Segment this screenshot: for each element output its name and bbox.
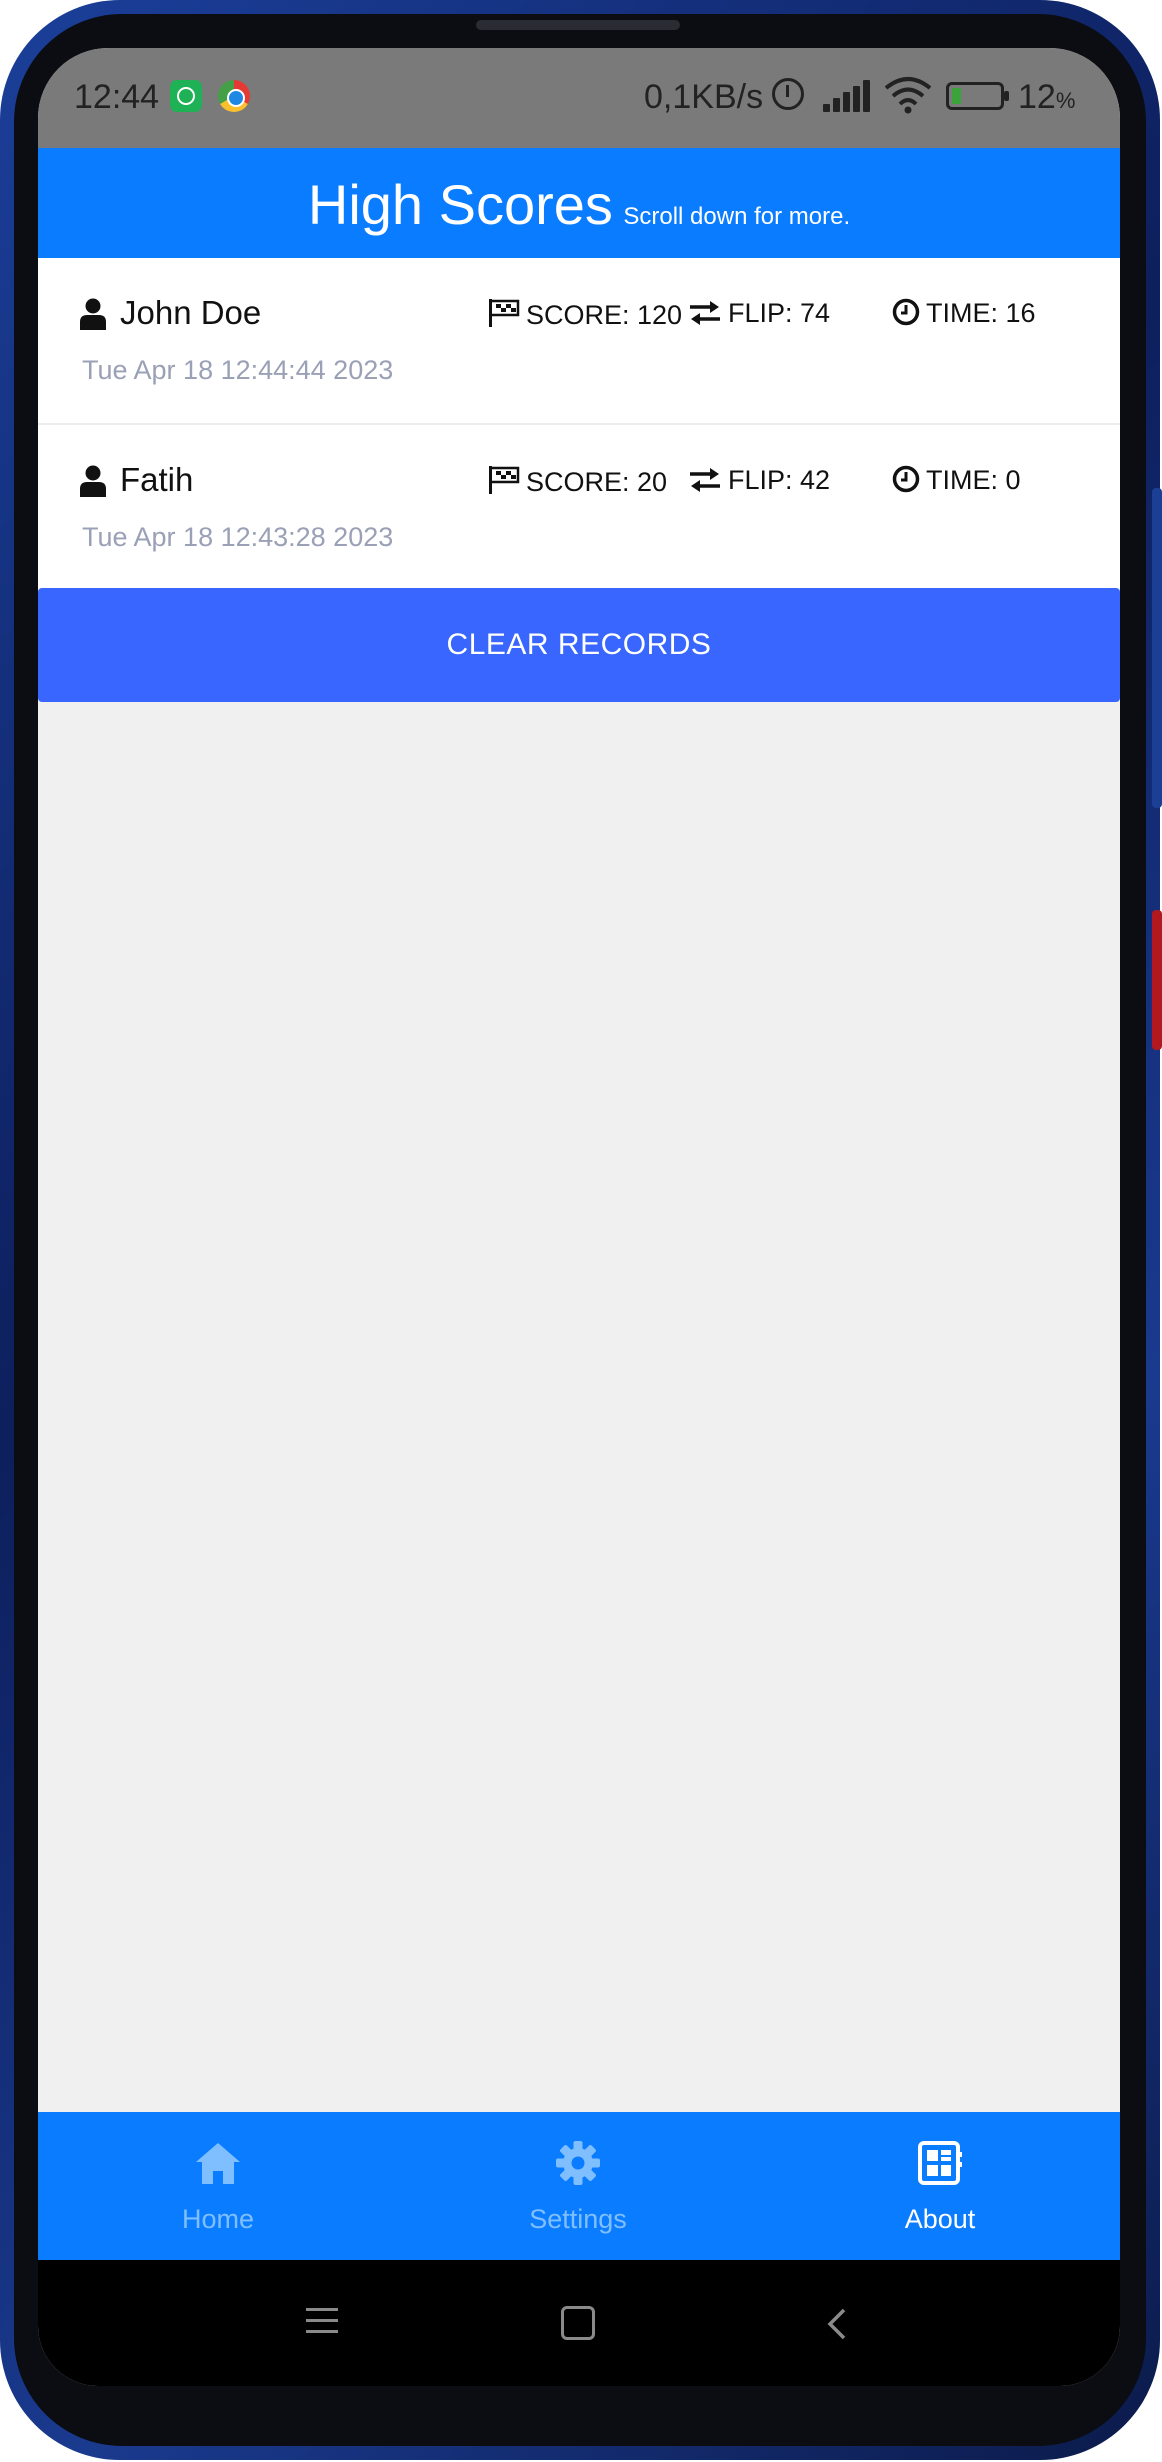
flag-icon: [489, 466, 520, 494]
home-icon: [196, 2143, 240, 2184]
chrome-icon: [218, 80, 250, 112]
wifi-icon: [884, 77, 932, 114]
time-stat: TIME: 0: [892, 465, 1021, 496]
clock-icon: [892, 465, 920, 493]
score-stat: SCORE: 20: [488, 465, 667, 498]
list-item: Fatih SCORE: 20 FLIP: 42 TIME: 0 Tue Apr…: [38, 425, 1120, 592]
user-icon: [80, 465, 106, 497]
battery-percent: 12%: [1018, 78, 1076, 116]
header: High Scores Scroll down for more.: [38, 148, 1120, 258]
user-icon: [80, 298, 106, 330]
player-name: John Doe: [120, 294, 262, 331]
network-speed: 0,1KB/s: [644, 78, 764, 116]
flip-stat: FLIP: 42: [688, 465, 830, 496]
tab-label: Settings: [529, 2204, 627, 2234]
page-subtitle: Scroll down for more.: [623, 203, 851, 230]
clock-icon: [892, 298, 920, 326]
swap-icon: [690, 468, 720, 492]
flag-icon: [489, 299, 520, 327]
about-icon: [918, 2141, 962, 2185]
speaker-grille: [476, 20, 680, 30]
signal-icon: [823, 78, 871, 112]
score-list[interactable]: John Doe SCORE: 120 FLIP: 74 TIME: 16 Tu…: [38, 258, 1120, 592]
tab-label: Home: [181, 2204, 255, 2234]
clear-records-button[interactable]: CLEAR RECORDS: [38, 588, 1120, 702]
tab-settings[interactable]: Settings: [398, 2112, 758, 2260]
system-nav-bar: [38, 2260, 1120, 2386]
alarm-icon: [772, 78, 804, 110]
page-title: High Scores: [307, 173, 613, 236]
score-stat: SCORE: 120: [488, 298, 682, 331]
tab-label: About: [904, 2204, 976, 2234]
status-time: 12:44: [74, 78, 160, 116]
volume-button: [1152, 488, 1162, 808]
gear-icon: [556, 2141, 600, 2185]
power-button: [1152, 910, 1162, 1050]
flip-stat: FLIP: 74: [688, 298, 830, 329]
swap-icon: [690, 301, 720, 325]
record-date: Tue Apr 18 12:43:28 2023: [82, 522, 394, 552]
bottom-tab-bar: Home Settings About: [38, 2112, 1120, 2260]
battery-charging-icon: [946, 82, 1009, 110]
whatsapp-icon: [170, 80, 202, 112]
home-nav-button[interactable]: [561, 2306, 595, 2340]
tab-home[interactable]: Home: [38, 2112, 398, 2260]
status-bar: 12:44 0,1KB/s 12%: [38, 48, 1120, 148]
recents-button[interactable]: [306, 2308, 338, 2341]
list-item: John Doe SCORE: 120 FLIP: 74 TIME: 16 Tu…: [38, 258, 1120, 425]
back-button[interactable]: [820, 2306, 856, 2342]
screen: 12:44 0,1KB/s 12% High Scores Scroll dow…: [38, 48, 1120, 2386]
time-stat: TIME: 16: [892, 298, 1036, 329]
tab-about[interactable]: About: [760, 2112, 1120, 2260]
player-name: Fatih: [120, 461, 194, 498]
record-date: Tue Apr 18 12:44:44 2023: [82, 355, 394, 385]
phone-frame: 12:44 0,1KB/s 12% High Scores Scroll dow…: [0, 0, 1162, 2460]
